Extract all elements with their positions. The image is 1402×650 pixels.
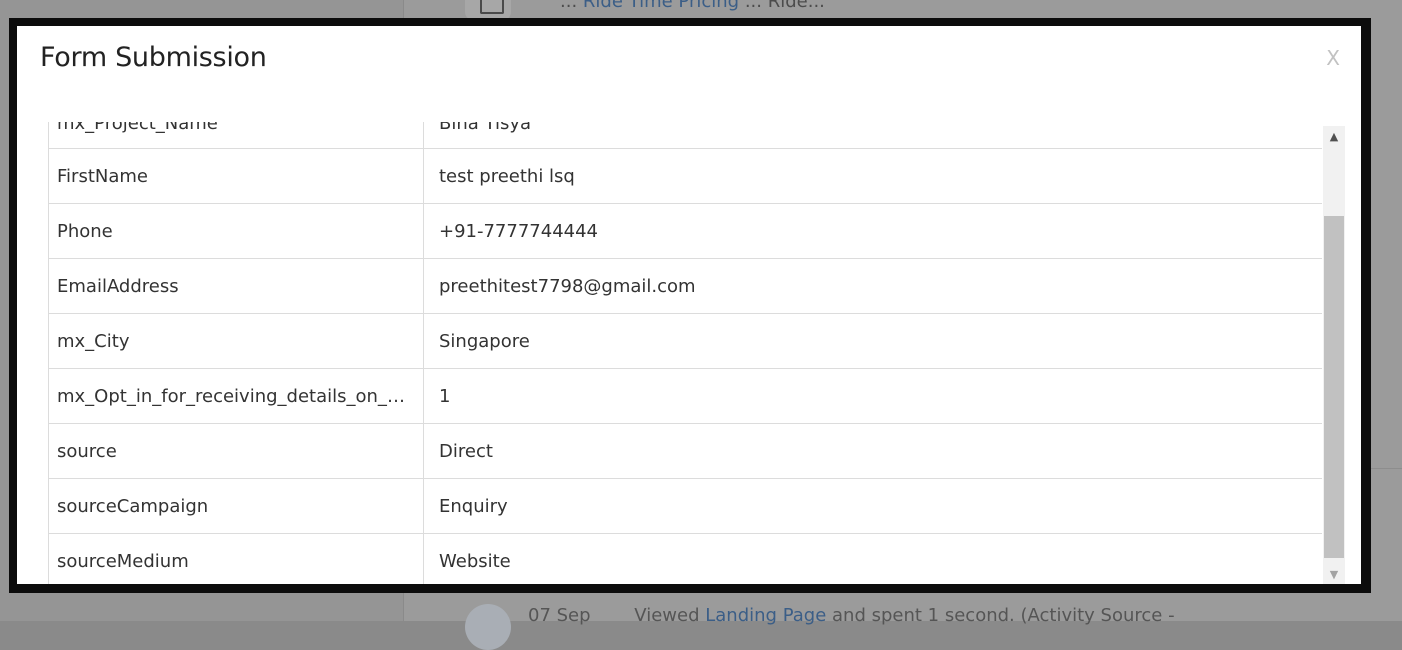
background-activity-link: Ride Time Pricing — [582, 0, 740, 12]
field-value: Singapore — [439, 330, 530, 352]
table-row: FirstName test preethi lsq — [48, 149, 1322, 204]
field-value: +91-7777744444 — [439, 220, 599, 242]
table-row: sourceMedium Website — [48, 534, 1322, 584]
field-name-cell: EmailAddress — [48, 259, 424, 313]
field-name-cell: Phone — [48, 204, 424, 258]
activity-date: 07 Sep — [528, 605, 591, 626]
vertical-scrollbar[interactable]: ▲ ▼ — [1323, 126, 1345, 584]
field-value: preethitest7798@gmail.com — [439, 275, 696, 297]
field-name-cell: sourceCampaign — [48, 479, 424, 533]
background-activity-row: 07 Sep Viewed Landing Page and spent 1 s… — [528, 605, 1175, 626]
field-name: Phone — [57, 220, 113, 242]
table-row: source Direct — [48, 424, 1322, 479]
field-name: sourceCampaign — [57, 495, 209, 517]
landing-page-link: Landing Page — [705, 605, 827, 626]
table-row: mx_Opt_in_for_receiving_details_on_Whats… — [48, 369, 1322, 424]
avatar — [465, 604, 511, 650]
field-value: 1 — [439, 385, 451, 407]
field-name: mx_Opt_in_for_receiving_details_on_Whats… — [57, 385, 417, 407]
field-name: sourceMedium — [57, 550, 189, 572]
field-name: source — [57, 440, 117, 462]
modal-title: Form Submission — [40, 42, 267, 73]
field-value: Enquiry — [439, 495, 508, 517]
field-value: test preethi lsq — [439, 165, 575, 187]
field-value: Direct — [439, 440, 493, 462]
field-name: FirstName — [57, 165, 148, 187]
field-name-cell: mx_Opt_in_for_receiving_details_on_Whats… — [48, 369, 424, 423]
form-fields-table[interactable]: mx_Project_Name Bina Tisya FirstName test p… — [48, 122, 1345, 584]
form-submission-modal: Form Submission X mx_Project_Name Bina Ti… — [17, 26, 1361, 584]
field-name-cell: mx_City — [48, 314, 424, 368]
field-value: Website — [439, 550, 511, 572]
scroll-down-arrow-icon[interactable]: ▼ — [1323, 564, 1345, 584]
envelope-icon — [480, 0, 504, 14]
scroll-up-arrow-icon[interactable]: ▲ — [1323, 126, 1345, 146]
scrollbar-thumb[interactable] — [1324, 216, 1344, 558]
field-value: Bina Tisya — [439, 122, 532, 134]
field-name-cell: sourceMedium — [48, 534, 424, 584]
field-name-cell: source — [48, 424, 424, 478]
field-name-cell: mx_Project_Name — [48, 122, 424, 148]
field-name-cell: FirstName — [48, 149, 424, 203]
table-row: sourceCampaign Enquiry — [48, 479, 1322, 534]
field-name: EmailAddress — [57, 275, 179, 297]
field-name: mx_Project_Name — [57, 122, 218, 134]
table-row: EmailAddress preethitest7798@gmail.com — [48, 259, 1322, 314]
table-row: mx_Project_Name Bina Tisya — [48, 122, 1322, 149]
table-row: mx_City Singapore — [48, 314, 1322, 369]
field-name: mx_City — [57, 330, 130, 352]
table-row: Phone +91-7777744444 — [48, 204, 1322, 259]
background-activity-text: ... Ride Time Pricing ... Ride... — [560, 0, 825, 12]
close-button[interactable]: X — [1326, 46, 1340, 70]
